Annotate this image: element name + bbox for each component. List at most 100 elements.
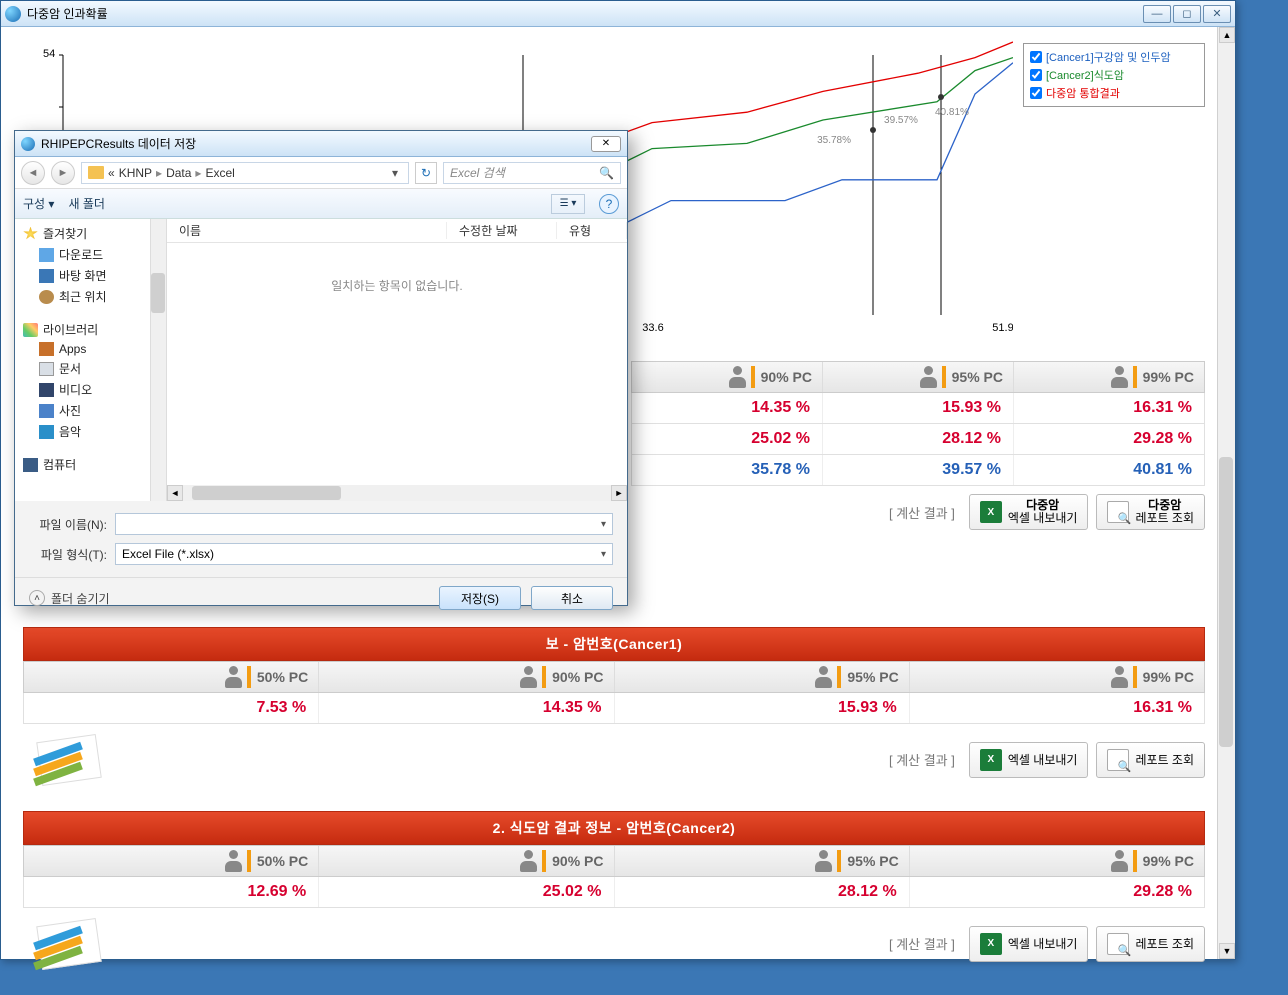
result-cell: 29.28 % bbox=[1013, 424, 1204, 454]
chart-legend: [Cancer1]구강암 및 인두암 [Cancer2]식도암 다중암 통합결과 bbox=[1023, 43, 1205, 107]
tree-pictures[interactable]: 사진 bbox=[15, 400, 166, 421]
result-cell: 25.02 % bbox=[318, 877, 613, 907]
tree-favorites[interactable]: 즐겨찾기 bbox=[15, 223, 166, 244]
title-bar: 다중암 인과확률 — ◻ ✕ bbox=[1, 1, 1235, 27]
new-folder-button[interactable]: 새 폴더 bbox=[68, 195, 104, 212]
cancel-button[interactable]: 취소 bbox=[531, 586, 613, 610]
tree-music[interactable]: 음악 bbox=[15, 421, 166, 442]
section-cancer1: 보 - 암번호(Cancer1) 50% PC 90% PC 95% PC 99… bbox=[23, 627, 1205, 795]
result-cell: 15.93 % bbox=[614, 693, 909, 723]
section-title: 2. 식도암 결과 정보 - 암번호(Cancer2) bbox=[23, 811, 1205, 845]
view-report-button[interactable]: 레포트 조회 bbox=[1096, 926, 1205, 962]
report-icon bbox=[1107, 501, 1129, 523]
pc-header: 95% PC bbox=[614, 662, 909, 692]
result-cell: 40.81 % bbox=[1013, 455, 1204, 485]
svg-text:39.57%: 39.57% bbox=[884, 115, 918, 126]
help-button[interactable]: ? bbox=[599, 194, 619, 214]
report-icon bbox=[1107, 749, 1129, 771]
result-cell: 28.12 % bbox=[822, 424, 1013, 454]
col-type[interactable]: 유형 bbox=[557, 222, 627, 239]
report-icon bbox=[1107, 933, 1129, 955]
person-icon bbox=[225, 666, 251, 688]
result-cell: 25.02 % bbox=[632, 424, 822, 454]
minimize-button[interactable]: — bbox=[1143, 5, 1171, 23]
sections: 보 - 암번호(Cancer1) 50% PC 90% PC 95% PC 99… bbox=[23, 627, 1205, 995]
svg-text:40.81%: 40.81% bbox=[935, 107, 969, 118]
person-icon bbox=[520, 850, 546, 872]
tree-recent[interactable]: 최근 위치 bbox=[15, 286, 166, 307]
filetype-select[interactable]: Excel File (*.xlsx)▾ bbox=[115, 543, 613, 565]
scroll-down-button[interactable]: ▼ bbox=[1219, 943, 1235, 959]
scroll-up-button[interactable]: ▲ bbox=[1219, 27, 1235, 43]
result-cell: 14.35 % bbox=[318, 693, 613, 723]
svg-text:33.6: 33.6 bbox=[642, 322, 663, 334]
vertical-scrollbar[interactable]: ▲ ▼ bbox=[1217, 27, 1235, 959]
person-icon bbox=[729, 366, 755, 388]
svg-text:35.78%: 35.78% bbox=[817, 135, 851, 146]
calc-result-label: [ 계산 결과 ] bbox=[889, 750, 955, 769]
tree-apps[interactable]: Apps bbox=[15, 340, 166, 358]
excel-icon: X bbox=[980, 749, 1002, 771]
pc-header: 95% PC bbox=[822, 362, 1013, 392]
top-results: 90% PC 95% PC 99% PC 14.35 % 15.93 % 16.… bbox=[631, 361, 1205, 538]
legend-checkbox[interactable] bbox=[1030, 69, 1042, 81]
result-cell: 16.31 % bbox=[909, 693, 1204, 723]
dialog-title-bar: RHIPEPCResults 데이터 저장 ✕ bbox=[15, 131, 627, 157]
nav-forward-button[interactable]: ► bbox=[51, 161, 75, 185]
svg-text:51.9: 51.9 bbox=[992, 322, 1013, 334]
result-cell: 14.35 % bbox=[632, 393, 822, 423]
col-name[interactable]: 이름 bbox=[167, 222, 447, 239]
view-options-button[interactable]: ☰ ▾ bbox=[551, 194, 585, 214]
nav-back-button[interactable]: ◄ bbox=[21, 161, 45, 185]
search-input[interactable]: Excel 검색🔍 bbox=[443, 162, 621, 184]
view-report-combined-button[interactable]: 다중암레포트 조회 bbox=[1096, 494, 1205, 530]
legend-checkbox[interactable] bbox=[1030, 51, 1042, 63]
tree-downloads[interactable]: 다운로드 bbox=[15, 244, 166, 265]
pc-header: 99% PC bbox=[909, 846, 1204, 876]
folder-tree: 즐겨찾기 다운로드 바탕 화면 최근 위치 라이브러리 Apps 문서 비디오 … bbox=[15, 219, 167, 501]
section-cancer2: 2. 식도암 결과 정보 - 암번호(Cancer2) 50% PC 90% P… bbox=[23, 811, 1205, 979]
document-icon bbox=[23, 732, 113, 787]
filename-input[interactable]: ▾ bbox=[115, 513, 613, 535]
person-icon bbox=[815, 850, 841, 872]
refresh-button[interactable]: ↻ bbox=[415, 162, 437, 184]
save-button[interactable]: 저장(S) bbox=[439, 586, 521, 610]
dialog-close-button[interactable]: ✕ bbox=[591, 136, 621, 152]
tree-scrollbar[interactable] bbox=[150, 219, 166, 501]
person-icon bbox=[520, 666, 546, 688]
dialog-icon bbox=[21, 137, 35, 151]
close-button[interactable]: ✕ bbox=[1203, 5, 1231, 23]
tree-computer[interactable]: 컴퓨터 bbox=[15, 454, 166, 475]
view-report-button[interactable]: 레포트 조회 bbox=[1096, 742, 1205, 778]
maximize-button[interactable]: ◻ bbox=[1173, 5, 1201, 23]
export-excel-button[interactable]: X엑셀 내보내기 bbox=[969, 742, 1089, 778]
save-dialog: RHIPEPCResults 데이터 저장 ✕ ◄ ► « KHNP▸ Data… bbox=[14, 130, 628, 606]
export-excel-combined-button[interactable]: X 다중암엑셀 내보내기 bbox=[969, 494, 1089, 530]
scroll-thumb[interactable] bbox=[1219, 457, 1233, 747]
pc-header: 90% PC bbox=[632, 362, 822, 392]
document-icon bbox=[23, 916, 113, 971]
legend-item: 다중암 통합결과 bbox=[1030, 84, 1198, 102]
legend-item: [Cancer1]구강암 및 인두암 bbox=[1030, 48, 1198, 66]
window-title: 다중암 인과확률 bbox=[27, 5, 1143, 22]
result-cell: 29.28 % bbox=[909, 877, 1204, 907]
list-hscrollbar[interactable]: ◄► bbox=[167, 485, 627, 501]
legend-checkbox[interactable] bbox=[1030, 87, 1042, 99]
result-cell: 15.93 % bbox=[822, 393, 1013, 423]
col-modified[interactable]: 수정한 날짜 bbox=[447, 222, 557, 239]
breadcrumb[interactable]: « KHNP▸ Data▸ Excel ▾ bbox=[81, 162, 409, 184]
result-cell: 12.69 % bbox=[24, 877, 318, 907]
export-excel-button[interactable]: X엑셀 내보내기 bbox=[969, 926, 1089, 962]
tree-desktop[interactable]: 바탕 화면 bbox=[15, 265, 166, 286]
person-icon bbox=[225, 850, 251, 872]
tree-documents[interactable]: 문서 bbox=[15, 358, 166, 379]
hide-folders-toggle[interactable]: ˄폴더 숨기기 bbox=[29, 590, 110, 607]
search-icon: 🔍 bbox=[599, 166, 614, 180]
excel-icon: X bbox=[980, 501, 1002, 523]
tree-libraries[interactable]: 라이브러리 bbox=[15, 319, 166, 340]
organize-menu[interactable]: 구성 ▾ bbox=[23, 195, 54, 212]
pc-header: 99% PC bbox=[909, 662, 1204, 692]
pc-header: 50% PC bbox=[24, 846, 318, 876]
file-list: 이름 수정한 날짜 유형 일치하는 항목이 없습니다. ◄► bbox=[167, 219, 627, 501]
tree-videos[interactable]: 비디오 bbox=[15, 379, 166, 400]
